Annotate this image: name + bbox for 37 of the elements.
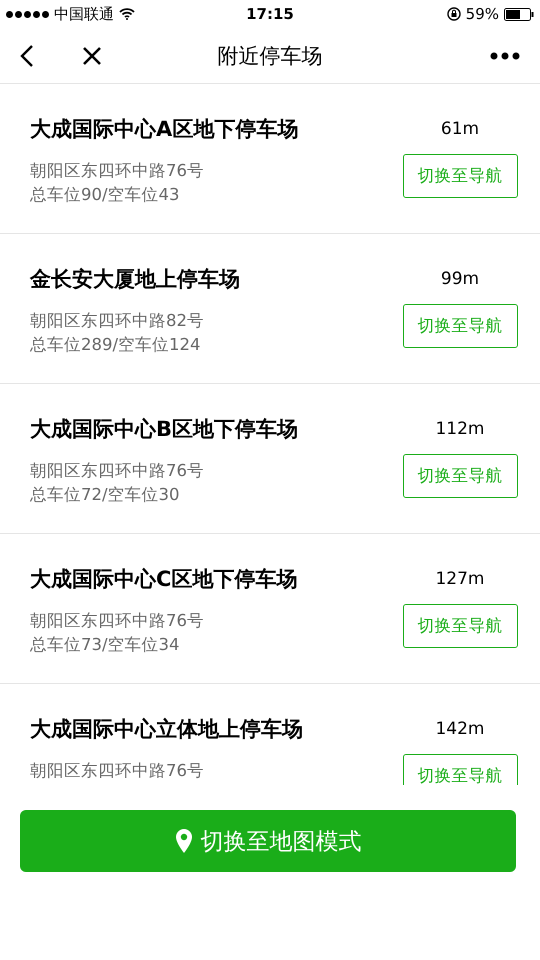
- page-title: 附近停车场: [218, 42, 322, 70]
- parking-name: 大成国际中心A区地下停车场: [30, 116, 298, 143]
- back-icon[interactable]: [20, 44, 34, 68]
- parking-distance: 99m: [440, 268, 480, 291]
- status-time: 17:15: [246, 5, 294, 23]
- parking-name: 大成国际中心立体地上停车场: [30, 716, 303, 743]
- rotation-lock-icon: [446, 7, 461, 21]
- map-mode-button[interactable]: 切换至地图模式: [20, 810, 516, 872]
- parking-address: 朝阳区东四环中路76号: [30, 760, 205, 782]
- wifi-icon: [119, 8, 135, 20]
- parking-address: 朝阳区东四环中路76号: [30, 460, 205, 482]
- parking-name: 金长安大厦地上停车场: [30, 266, 240, 293]
- parking-address: 朝阳区东四环中路76号: [30, 160, 205, 182]
- parking-spaces: 总车位289/空车位124: [30, 334, 202, 356]
- parking-name: 大成国际中心C区地下停车场: [30, 566, 298, 593]
- parking-spaces: 总车位90/空车位43: [30, 184, 181, 206]
- parking-distance: 112m: [435, 418, 484, 441]
- more-icon[interactable]: [490, 52, 520, 60]
- parking-distance: 142m: [435, 718, 484, 741]
- battery-icon: [504, 8, 534, 20]
- navigate-button[interactable]: 切换至导航: [402, 754, 518, 785]
- navigate-button[interactable]: 切换至导航: [402, 304, 518, 348]
- parking-spaces: 总车位72/空车位30: [30, 484, 181, 506]
- parking-distance: 61m: [440, 118, 480, 141]
- parking-address: 朝阳区东四环中路82号: [30, 310, 205, 332]
- parking-name: 大成国际中心B区地下停车场: [30, 416, 298, 443]
- parking-spaces: 总车位73/空车位34: [30, 634, 181, 656]
- carrier-name: 中国联通: [54, 4, 114, 24]
- navigate-button[interactable]: 切换至导航: [402, 454, 518, 498]
- navigate-button[interactable]: 切换至导航: [402, 604, 518, 648]
- location-pin-icon: [174, 828, 192, 854]
- navigate-button[interactable]: 切换至导航: [402, 154, 518, 198]
- signal-icon: [6, 10, 49, 18]
- battery-percent: 59%: [466, 5, 499, 23]
- parking-distance: 127m: [435, 568, 484, 591]
- parking-address: 朝阳区东四环中路76号: [30, 610, 205, 632]
- close-icon[interactable]: [82, 46, 102, 66]
